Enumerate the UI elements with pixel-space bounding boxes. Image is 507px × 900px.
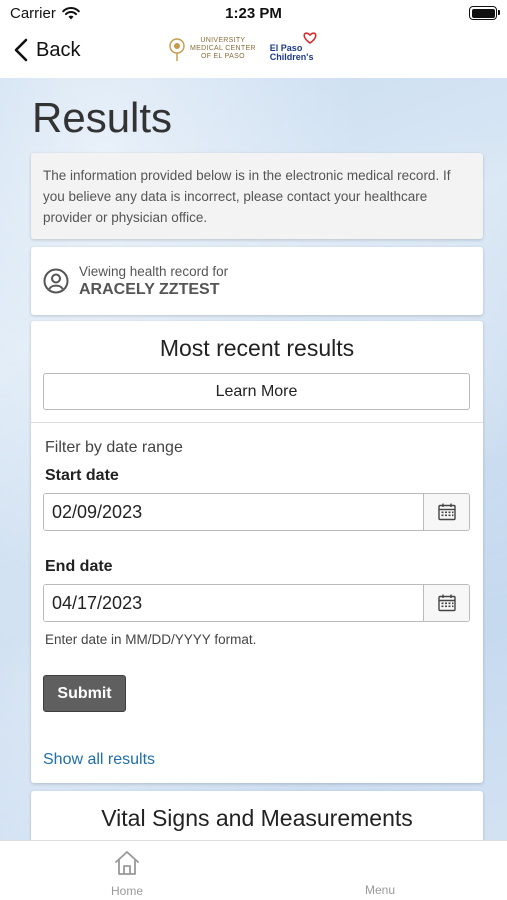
submit-button[interactable]: Submit [43, 675, 126, 712]
learn-more-button[interactable]: Learn More [43, 373, 470, 410]
ep-childrens-logo: El Paso Children's [269, 32, 317, 62]
nav-bar: Back UNIVERSITY MEDICAL CENTER OF EL PAS… [0, 28, 507, 78]
umc-logo: UNIVERSITY MEDICAL CENTER OF EL PASO [168, 36, 256, 62]
show-all-results-link[interactable]: Show all results [43, 751, 155, 769]
viewing-card: Viewing health record for ARACELY ZZTEST [31, 247, 483, 315]
start-date-calendar-button[interactable] [423, 494, 469, 530]
viewing-label: Viewing health record for [79, 263, 229, 279]
end-date-input[interactable] [44, 585, 423, 621]
end-date-label: End date [45, 558, 113, 575]
tab-menu-label: Menu [364, 883, 396, 897]
divider [31, 422, 483, 423]
start-date-label: Start date [45, 467, 119, 484]
back-label: Back [36, 38, 81, 61]
umc-seal-icon [169, 38, 185, 61]
start-date-group [43, 493, 470, 531]
date-format-hint: Enter date in MM/DD/YYYY format. [45, 632, 257, 647]
vitals-card[interactable]: Vital Signs and Measurements [31, 791, 483, 840]
umc-logo-line-1: UNIVERSITY [200, 37, 246, 44]
end-date-group [43, 584, 470, 622]
info-text: The information provided below is in the… [43, 168, 451, 225]
vitals-title: Vital Signs and Measurements [101, 805, 413, 831]
ep-logo-line-2: Children's [269, 52, 314, 62]
content-area[interactable]: Results The information provided below i… [0, 78, 507, 840]
patient-name: ARACELY ZZTEST [79, 280, 220, 298]
chevron-left-icon [14, 38, 28, 62]
tab-home-label: Home [110, 884, 143, 898]
header-logos: UNIVERSITY MEDICAL CENTER OF EL PASO El … [168, 32, 317, 62]
tab-home[interactable]: Home [87, 849, 167, 898]
filter-label: Filter by date range [45, 439, 183, 456]
home-icon [115, 851, 139, 875]
end-date-calendar-button[interactable] [423, 585, 469, 621]
status-time: 1:23 PM [225, 5, 282, 22]
status-bar: Carrier 1:23 PM [0, 0, 507, 28]
person-circle-icon [43, 268, 69, 294]
results-card: Most recent results Learn More Filter by… [31, 321, 483, 783]
start-date-input[interactable] [44, 494, 423, 530]
results-title: Most recent results [159, 335, 355, 361]
calendar-icon [437, 594, 456, 612]
tab-menu[interactable]: Menu [340, 883, 420, 897]
umc-logo-line-2: MEDICAL CENTER [190, 45, 256, 52]
tab-bar: Home Menu [0, 840, 507, 900]
info-card: The information provided below is in the… [31, 153, 483, 239]
umc-logo-line-3: OF EL PASO [200, 53, 245, 60]
battery-icon [469, 6, 500, 20]
back-button[interactable]: Back [14, 38, 80, 62]
calendar-icon [437, 503, 456, 521]
page-title: Results [32, 94, 173, 141]
heart-icon [303, 32, 317, 44]
